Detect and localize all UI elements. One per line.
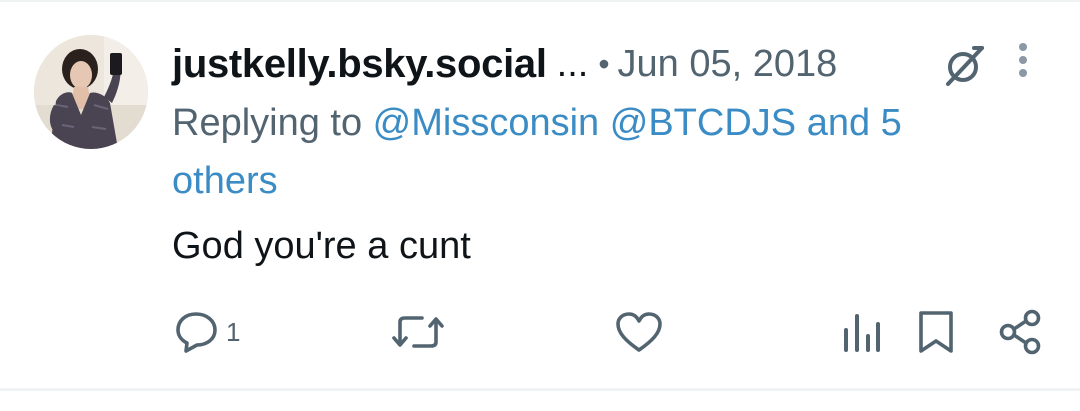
top-divider [0, 0, 1080, 2]
reply-bubble-icon [176, 312, 217, 353]
header-separator: • [598, 45, 610, 82]
more-options-button[interactable] [1006, 40, 1040, 80]
profile-photo [34, 35, 148, 149]
author-handle[interactable]: justkelly.bsky.social [172, 42, 547, 87]
replying-prefix: Replying to [172, 102, 373, 144]
mention-link[interactable]: @BTCDJS [610, 102, 796, 144]
share-icon [999, 309, 1041, 355]
bookmark-icon [919, 311, 953, 353]
more-vertical-icon [1019, 43, 1027, 77]
grok-icon [946, 46, 984, 86]
repost-icon [392, 316, 444, 348]
grok-button[interactable] [940, 40, 990, 90]
post-body: God you're a cunt [172, 225, 471, 267]
tweet-card[interactable]: justkelly.bsky.social ... • Jun 05, 2018… [0, 0, 1080, 411]
post-date[interactable]: Jun 05, 2018 [618, 43, 838, 86]
bottom-divider [0, 388, 1080, 391]
action-bar: 1 [0, 300, 1080, 364]
share-button[interactable] [998, 308, 1044, 356]
reply-count: 1 [226, 316, 241, 347]
avatar[interactable] [34, 35, 148, 149]
views-button[interactable] [842, 308, 882, 356]
bookmark-button[interactable] [916, 308, 956, 356]
analytics-bars-icon [844, 314, 880, 352]
post-header: justkelly.bsky.social ... • Jun 05, 2018 [172, 36, 1032, 92]
handle-truncation: ... [556, 42, 589, 85]
heart-icon [616, 312, 662, 352]
mention-link[interactable]: @Missconsin [373, 102, 600, 144]
replying-to-line: Replying to @Missconsin @BTCDJS and 5 ot… [172, 94, 992, 210]
reply-button[interactable]: 1 [174, 308, 240, 356]
like-button[interactable] [614, 308, 664, 356]
repost-button[interactable] [392, 308, 444, 356]
